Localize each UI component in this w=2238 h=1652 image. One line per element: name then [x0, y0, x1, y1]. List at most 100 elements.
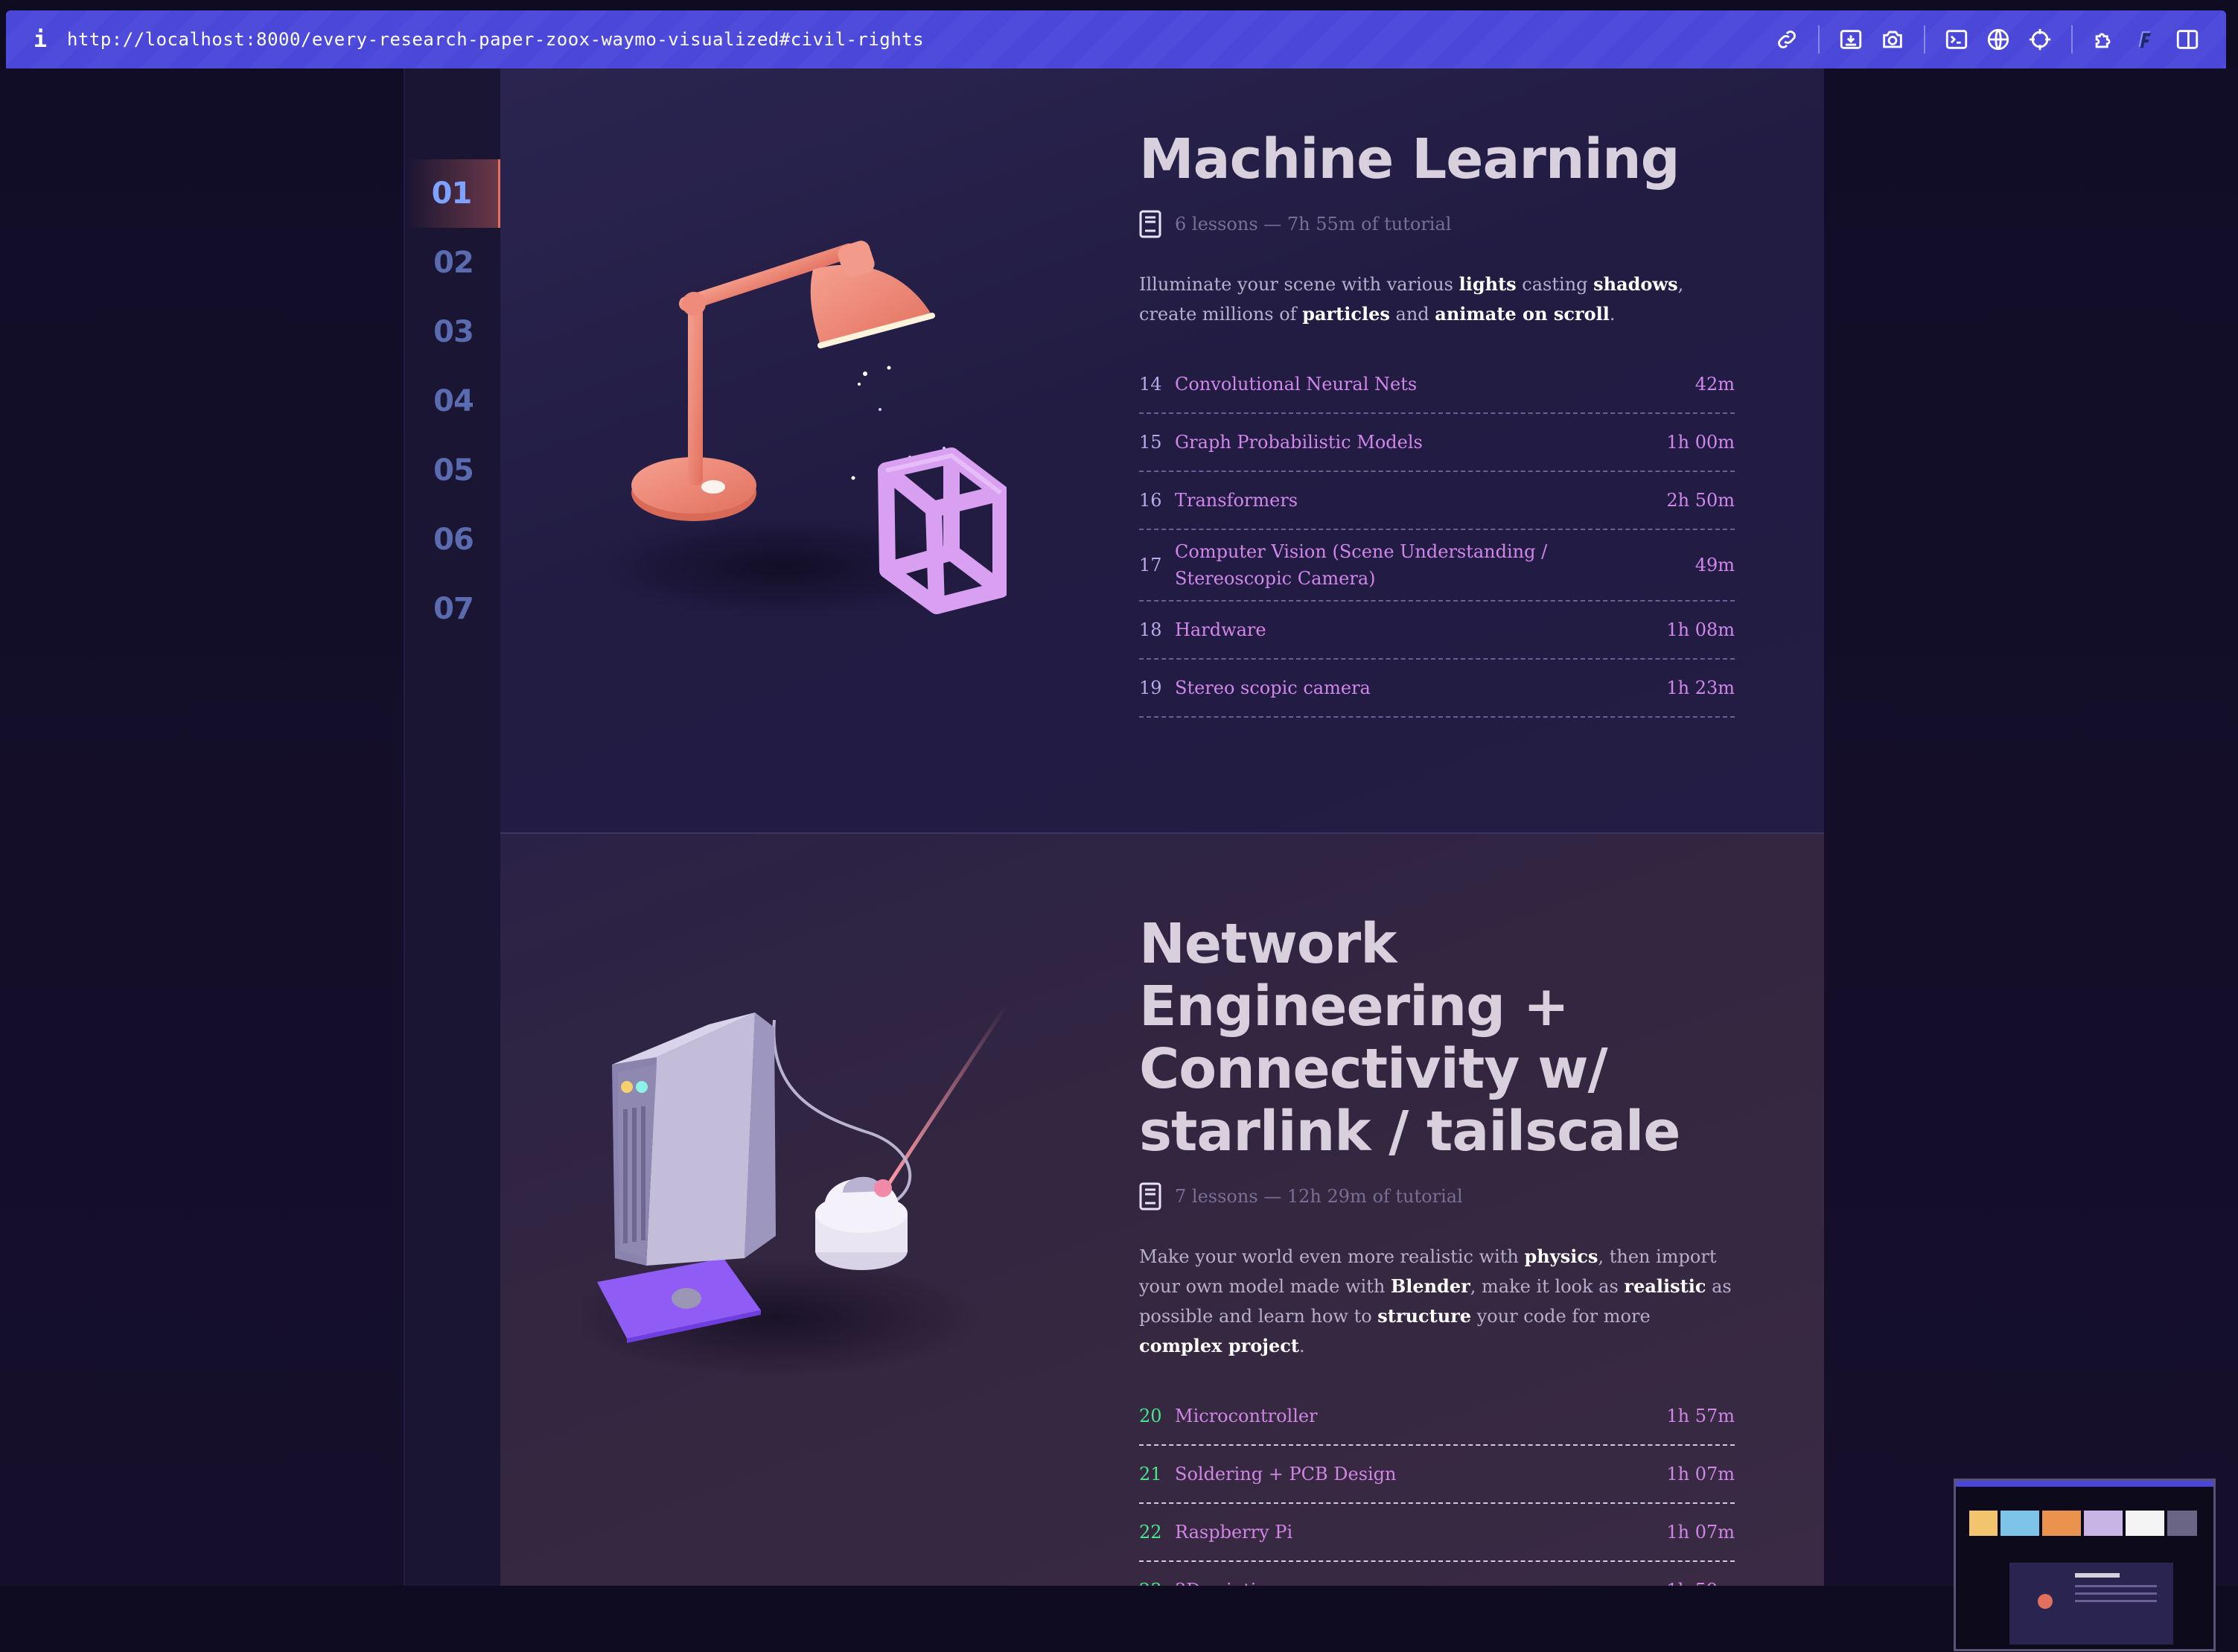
- toolbar-divider: [1818, 25, 1820, 54]
- description-text: Illuminate your scene with various: [1139, 274, 1459, 295]
- section-meta-text: 6 lessons — 7h 55m of tutorial: [1175, 214, 1452, 235]
- save-icon[interactable]: [1830, 19, 1872, 60]
- section-title: Machine Learning: [1139, 127, 1680, 191]
- lesson-number: 22: [1139, 1522, 1162, 1543]
- lesson-row[interactable]: 233D printing1h 59m: [1139, 1562, 1735, 1586]
- description-text: your code for more: [1471, 1306, 1651, 1327]
- lesson-title[interactable]: Microcontroller: [1175, 1403, 1666, 1429]
- section-2-text: Network Engineering + Connectivity w/ st…: [1139, 913, 1735, 1586]
- section-title: Network Engineering + Connectivity w/ st…: [1139, 912, 1680, 1164]
- lesson-title[interactable]: Transformers: [1175, 487, 1666, 514]
- lesson-row[interactable]: 20 Microcontroller 1h 57m: [1139, 1388, 1735, 1446]
- lesson-title[interactable]: Stereo scopic camera: [1175, 674, 1666, 701]
- lesson-title[interactable]: Graph Probabilistic Models: [1175, 429, 1666, 456]
- lessons-book-icon: [1139, 1182, 1161, 1211]
- section-description: Illuminate your scene with various light…: [1139, 270, 1735, 329]
- lesson-number: 19: [1139, 677, 1162, 698]
- description-text: , make it look as: [1470, 1276, 1625, 1297]
- nav-item-04[interactable]: 04: [405, 367, 502, 436]
- description-keyword: animate on scroll: [1435, 303, 1610, 325]
- section-description: Make your world even more realistic with…: [1139, 1242, 1735, 1361]
- lesson-list: 14 Convolutional Neural Nets 42m 15 Graph Pr…: [1139, 356, 1735, 718]
- crosshair-icon[interactable]: [2019, 19, 2061, 60]
- description-text: and: [1389, 304, 1435, 325]
- lesson-row[interactable]: 15 Graph Probabilistic Models 1h 00m: [1139, 414, 1735, 472]
- lesson-duration: 1h 23m: [1666, 677, 1735, 698]
- lesson-duration: 1h 57m: [1666, 1406, 1735, 1426]
- section-meta: 6 lessons — 7h 55m of tutorial: [1139, 210, 1735, 238]
- lesson-row[interactable]: 16 Transformers 2h 50m: [1139, 472, 1735, 530]
- lesson-number: 20: [1139, 1406, 1162, 1426]
- description-keyword: structure: [1377, 1305, 1472, 1327]
- nav-item-05[interactable]: 05: [405, 436, 502, 505]
- lesson-row[interactable]: 18 Hardware 1h 08m: [1139, 602, 1735, 660]
- lesson-row[interactable]: 19 Stereo scopic camera 1h 23m: [1139, 660, 1735, 718]
- info-icon[interactable]: i: [24, 27, 57, 53]
- lamp-and-cube-illustration: [590, 240, 1007, 619]
- lesson-title[interactable]: Convolutional Neural Nets: [1175, 371, 1695, 398]
- lesson-duration: 1h 07m: [1666, 1464, 1735, 1484]
- section-1-text: Machine Learning 6 lessons — 7h 55m of t…: [1139, 128, 1735, 718]
- description-text: Make your world even more realistic with: [1139, 1246, 1525, 1267]
- nav-item-02[interactable]: 02: [405, 229, 502, 297]
- link-icon[interactable]: [1766, 19, 1808, 60]
- lesson-row[interactable]: 22 Raspberry Pi 1h 07m: [1139, 1504, 1735, 1562]
- url-text[interactable]: http://localhost:8000/every-research-pap…: [67, 29, 924, 50]
- lesson-duration: 2h 50m: [1666, 490, 1735, 511]
- nav-item-01[interactable]: 01: [405, 159, 502, 228]
- lesson-number: 15: [1139, 432, 1162, 453]
- lesson-number: 23: [1139, 1580, 1175, 1586]
- camera-icon[interactable]: [1872, 19, 1913, 60]
- toolbar-divider: [2071, 25, 2073, 54]
- nav-item-06[interactable]: 06: [405, 506, 502, 574]
- nav-item-03[interactable]: 03: [405, 298, 502, 366]
- lesson-title[interactable]: Soldering + PCB Design: [1175, 1461, 1666, 1487]
- lesson-duration: 1h 00m: [1666, 432, 1735, 453]
- lesson-number: 14: [1139, 374, 1162, 395]
- toolbar-divider: [1924, 25, 1925, 54]
- page: 01 02 03 04 05 06 07 Machine Learning 6 …: [0, 68, 2238, 1651]
- lesson-number: 18: [1139, 619, 1162, 640]
- description-keyword: shadows: [1593, 273, 1678, 295]
- nav-item-07[interactable]: 07: [405, 575, 502, 643]
- description-keyword: Blender: [1390, 1275, 1470, 1297]
- description-keyword: particles: [1302, 303, 1390, 325]
- lesson-duration: 1h 08m: [1666, 619, 1735, 640]
- lessons-book-icon: [1139, 210, 1161, 238]
- lesson-number: 17: [1139, 555, 1162, 575]
- lesson-duration: 1h 59m: [1666, 1580, 1735, 1586]
- lesson-row[interactable]: 17 Computer Vision (Scene Understanding /…: [1139, 530, 1735, 602]
- lesson-title[interactable]: Hardware: [1175, 616, 1666, 643]
- lesson-title[interactable]: Computer Vision (Scene Understanding / S…: [1175, 538, 1695, 592]
- globe-icon[interactable]: [1977, 19, 2019, 60]
- description-keyword: realistic: [1624, 1275, 1706, 1297]
- section-machine-learning: Machine Learning 6 lessons — 7h 55m of t…: [500, 68, 1824, 832]
- section-meta: 7 lessons — 12h 29m of tutorial: [1139, 1182, 1735, 1211]
- browser-url-bar[interactable]: i http://localhost:8000/every-research-p…: [6, 10, 2226, 68]
- description-keyword: complex project: [1139, 1335, 1299, 1356]
- content: Machine Learning 6 lessons — 7h 55m of t…: [500, 68, 1824, 1586]
- server-and-camera-illustration: [582, 1005, 1009, 1377]
- extension-icon[interactable]: [2083, 19, 2125, 60]
- description-text: .: [1609, 304, 1616, 325]
- terminal-icon[interactable]: [1936, 19, 1977, 60]
- description-text: casting: [1516, 274, 1594, 295]
- lesson-title[interactable]: 3D printing: [1175, 1577, 1666, 1586]
- section-meta-text: 7 lessons — 12h 29m of tutorial: [1175, 1186, 1463, 1207]
- lesson-row[interactable]: 14 Convolutional Neural Nets 42m: [1139, 356, 1735, 414]
- lesson-list: 20 Microcontroller 1h 57m 21 Soldering + PCB…: [1139, 1388, 1735, 1586]
- description-keyword: physics: [1524, 1246, 1598, 1267]
- description-keyword: lights: [1458, 273, 1517, 295]
- lesson-duration: 49m: [1695, 555, 1735, 575]
- section-network-engineering: Network Engineering + Connectivity w/ st…: [500, 832, 1824, 1586]
- fx-icon[interactable]: [2125, 19, 2167, 60]
- sidebar-icon[interactable]: [2167, 19, 2208, 60]
- lesson-duration: 42m: [1695, 374, 1735, 395]
- lesson-title[interactable]: Raspberry Pi: [1175, 1519, 1666, 1546]
- section-nav: 01 02 03 04 05 06 07: [404, 68, 502, 1586]
- page-minimap[interactable]: [1954, 1479, 2216, 1651]
- lesson-number: 21: [1139, 1464, 1162, 1484]
- browser-toolbar: [1766, 10, 2208, 68]
- lesson-number: 16: [1139, 490, 1162, 511]
- lesson-row[interactable]: 21 Soldering + PCB Design 1h 07m: [1139, 1446, 1735, 1504]
